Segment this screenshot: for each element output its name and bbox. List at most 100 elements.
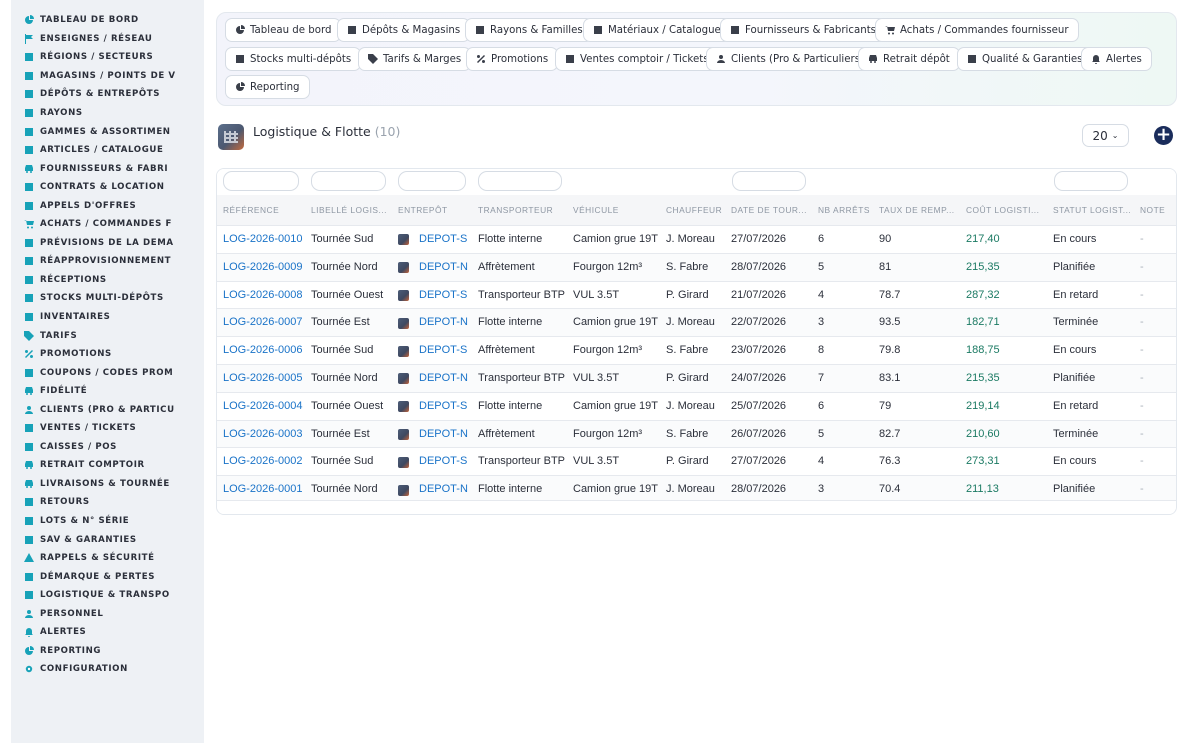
- sidebar-item-13[interactable]: RÉAPPROVISIONNEMENT: [11, 252, 204, 271]
- table-row[interactable]: LOG-2026-0005 Tournée Nord DEPOT-N Transpor…: [217, 364, 1176, 393]
- sidebar-item-18[interactable]: PROMOTIONS: [11, 345, 204, 364]
- cell-entrept[interactable]: DEPOT-N: [398, 365, 476, 393]
- tab-3[interactable]: Matériaux / Catalogue: [583, 18, 731, 42]
- table-row[interactable]: LOG-2026-0003 Tournée Est DEPOT-N Affrèteme…: [217, 419, 1176, 449]
- cell-entrept[interactable]: DEPOT-S: [398, 226, 476, 254]
- column-header[interactable]: ENTREPÔT: [398, 195, 476, 225]
- sidebar-item-3[interactable]: MAGASINS / POINTS DE V: [11, 67, 204, 86]
- sidebar-item-4[interactable]: DÉPÔTS & ENTREPÔTS: [11, 85, 204, 104]
- sidebar-item-5[interactable]: RAYONS: [11, 104, 204, 123]
- cell-rfrence[interactable]: LOG-2026-0009: [223, 254, 309, 282]
- cell-rfrence[interactable]: LOG-2026-0010: [223, 226, 309, 254]
- filter-libelle-input[interactable]: [311, 171, 386, 191]
- sidebar-item-17[interactable]: TARIFS: [11, 326, 204, 345]
- cell-entrept[interactable]: DEPOT-N: [398, 254, 476, 282]
- column-header[interactable]: NOTE: [1140, 195, 1176, 225]
- filter-date-input[interactable]: [732, 171, 806, 191]
- tab-1[interactable]: Dépôts & Magasins: [337, 18, 471, 42]
- sidebar-item-2[interactable]: RÉGIONS / SECTEURS: [11, 48, 204, 67]
- tab-14[interactable]: Reporting: [225, 75, 310, 99]
- filter-entrepot-input[interactable]: [398, 171, 466, 191]
- sidebar-item-22[interactable]: VENTES / TICKETS: [11, 419, 204, 438]
- table-row[interactable]: LOG-2026-0004 Tournée Ouest DEPOT-S Flotte …: [217, 391, 1176, 421]
- column-header[interactable]: DATE DE TOUR...: [731, 195, 817, 225]
- sidebar-item-7[interactable]: ARTICLES / CATALOGUE: [11, 141, 204, 160]
- table-row[interactable]: LOG-2026-0010 Tournée Sud DEPOT-S Flotte in…: [217, 225, 1176, 254]
- sidebar-item-6[interactable]: GAMMES & ASSORTIMEN: [11, 122, 204, 141]
- sidebar-item-30[interactable]: DÉMARQUE & PERTES: [11, 567, 204, 586]
- table-row[interactable]: LOG-2026-0009 Tournée Nord DEPOT-N Affrètem…: [217, 252, 1176, 282]
- sidebar-item-21[interactable]: CLIENTS (PRO & PARTICU: [11, 400, 204, 419]
- sidebar-item-8[interactable]: FOURNISSEURS & FABRI: [11, 159, 204, 178]
- column-header[interactable]: NB ARRÊTS: [818, 195, 878, 225]
- cell-rfrence[interactable]: LOG-2026-0007: [223, 309, 309, 337]
- sidebar-item-35[interactable]: CONFIGURATION: [11, 660, 204, 679]
- sidebar-item-33[interactable]: ALERTES: [11, 623, 204, 642]
- sidebar-item-12[interactable]: PRÉVISIONS DE LA DEMA: [11, 234, 204, 253]
- cell-entrept[interactable]: DEPOT-S: [398, 393, 476, 421]
- sidebar-item-15[interactable]: STOCKS MULTI-DÉPÔTS: [11, 289, 204, 308]
- column-header[interactable]: VÉHICULE: [573, 195, 665, 225]
- sidebar-item-11[interactable]: ACHATS / COMMANDES F: [11, 215, 204, 234]
- cell-rfrence[interactable]: LOG-2026-0002: [223, 448, 309, 476]
- cell-rfrence[interactable]: LOG-2026-0003: [223, 421, 309, 449]
- sidebar-item-28[interactable]: SAV & GARANTIES: [11, 530, 204, 549]
- sidebar-item-24[interactable]: RETRAIT COMPTOIR: [11, 456, 204, 475]
- tab-10[interactable]: Clients (Pro & Particuliers): [706, 47, 874, 71]
- sidebar-item-29[interactable]: RAPPELS & SÉCURITÉ: [11, 549, 204, 568]
- sidebar-item-0[interactable]: TABLEAU DE BORD: [11, 11, 204, 30]
- file-icon: [24, 182, 34, 192]
- sidebar-item-23[interactable]: CAISSES / POS: [11, 438, 204, 457]
- filter-transporteur-input[interactable]: [478, 171, 562, 191]
- tab-11[interactable]: Retrait dépôt: [858, 47, 960, 71]
- sidebar-item-26[interactable]: RETOURS: [11, 493, 204, 512]
- cell-entrept[interactable]: DEPOT-N: [398, 421, 476, 449]
- sidebar-item-25[interactable]: LIVRAISONS & TOURNÉE: [11, 475, 204, 494]
- page-size-select[interactable]: 20 ⌄: [1082, 124, 1129, 147]
- sidebar-item-27[interactable]: LOTS & N° SÉRIE: [11, 512, 204, 531]
- table-row[interactable]: LOG-2026-0007 Tournée Est DEPOT-N Flotte in…: [217, 308, 1176, 337]
- cell-rfrence[interactable]: LOG-2026-0008: [223, 282, 309, 310]
- cell-entrept[interactable]: DEPOT-S: [398, 337, 476, 365]
- cell-rfrence[interactable]: LOG-2026-0005: [223, 365, 309, 393]
- sidebar-item-16[interactable]: INVENTAIRES: [11, 308, 204, 327]
- tab-0[interactable]: Tableau de bord: [225, 18, 342, 42]
- filter-statut-input[interactable]: [1054, 171, 1128, 191]
- cell-rfrence[interactable]: LOG-2026-0004: [223, 393, 309, 421]
- sidebar-item-19[interactable]: COUPONS / CODES PROM: [11, 363, 204, 382]
- column-header[interactable]: LIBELLÉ LOGIS...: [311, 195, 397, 225]
- tab-9[interactable]: Ventes comptoir / Tickets: [555, 47, 719, 71]
- column-header[interactable]: STATUT LOGIST...: [1053, 195, 1139, 225]
- column-header[interactable]: TRANSPORTEUR: [478, 195, 572, 225]
- sidebar-item-14[interactable]: RÉCEPTIONS: [11, 271, 204, 290]
- table-row[interactable]: LOG-2026-0001 Tournée Nord DEPOT-N Flotte i…: [217, 475, 1176, 503]
- add-record-button[interactable]: +: [1154, 126, 1173, 145]
- sidebar-item-9[interactable]: CONTRATS & LOCATION: [11, 178, 204, 197]
- table-row[interactable]: LOG-2026-0008 Tournée Ouest DEPOT-S Transpo…: [217, 280, 1176, 310]
- sidebar-item-32[interactable]: PERSONNEL: [11, 605, 204, 624]
- column-header[interactable]: TAUX DE REMP...: [879, 195, 965, 225]
- cell-entrept[interactable]: DEPOT-N: [398, 309, 476, 337]
- cell-entrept[interactable]: DEPOT-S: [398, 448, 476, 476]
- column-header[interactable]: COÛT LOGISTI...: [966, 195, 1052, 225]
- tab-8[interactable]: Promotions: [466, 47, 559, 71]
- column-header[interactable]: CHAUFFEUR: [666, 195, 730, 225]
- tab-6[interactable]: Stocks multi-dépôts: [225, 47, 362, 71]
- tab-7[interactable]: Tarifs & Marges: [358, 47, 472, 71]
- tab-5[interactable]: Achats / Commandes fournisseur: [875, 18, 1079, 42]
- tab-4[interactable]: Fournisseurs & Fabricants: [720, 18, 886, 42]
- column-header[interactable]: RÉFÉRENCE: [223, 195, 309, 225]
- tab-12[interactable]: Qualité & Garanties: [957, 47, 1093, 71]
- sidebar-item-31[interactable]: LOGISTIQUE & TRANSPO: [11, 586, 204, 605]
- filter-reference-input[interactable]: [223, 171, 299, 191]
- cell-entrept[interactable]: DEPOT-S: [398, 282, 476, 310]
- sidebar-item-1[interactable]: ENSEIGNES / RÉSEAU: [11, 30, 204, 49]
- cell-rfrence[interactable]: LOG-2026-0006: [223, 337, 309, 365]
- tab-2[interactable]: Rayons & Familles: [465, 18, 593, 42]
- sidebar-item-10[interactable]: APPELS D'OFFRES: [11, 196, 204, 215]
- table-row[interactable]: LOG-2026-0002 Tournée Sud DEPOT-S Transport…: [217, 447, 1176, 476]
- table-row[interactable]: LOG-2026-0006 Tournée Sud DEPOT-S Affrèteme…: [217, 336, 1176, 365]
- sidebar-item-20[interactable]: FIDÉLITÉ: [11, 382, 204, 401]
- tab-13[interactable]: Alertes: [1081, 47, 1152, 71]
- sidebar-item-34[interactable]: REPORTING: [11, 642, 204, 661]
